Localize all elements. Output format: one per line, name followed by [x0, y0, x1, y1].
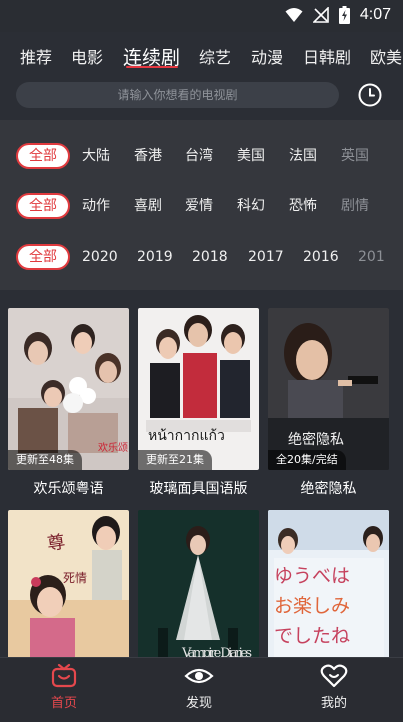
history-clock-icon[interactable] — [357, 82, 383, 108]
status-bar: 4:07 — [0, 0, 403, 32]
poster-image[interactable]: 欢乐颂 更新至48集 — [8, 308, 129, 470]
tab-recommend[interactable]: 推荐 — [20, 40, 52, 76]
genre-all-chip[interactable]: 全部 — [16, 193, 70, 219]
wifi-icon — [285, 8, 303, 22]
filter-year-item[interactable]: 2020 — [82, 242, 118, 272]
poster-title-text: 绝密隐私 — [288, 431, 344, 448]
poster-title-text: หน้ากากแก้ว — [148, 428, 225, 444]
heart-face-icon — [320, 664, 348, 688]
eye-icon — [184, 668, 214, 684]
tab-variety[interactable]: 综艺 — [199, 40, 231, 76]
status-icons: 4:07 — [285, 6, 391, 24]
tab-jp-kr-drama[interactable]: 日韩剧 — [303, 40, 351, 76]
filter-region-item[interactable]: 香港 — [134, 141, 162, 171]
filter-genre-item[interactable]: 科幻 — [237, 191, 265, 221]
filter-year-item[interactable]: 2019 — [137, 242, 173, 272]
no-signal-icon — [312, 7, 329, 23]
video-card[interactable]: 尊 死情 — [8, 510, 129, 672]
bottom-nav: 首页 发现 我的 — [0, 657, 403, 722]
filter-genre-item[interactable]: 动作 — [82, 191, 110, 221]
filter-panel: 全部 大陆 香港 台湾 美国 法国 英国 全部 动作 喜剧 爱情 科幻 恐怖 剧… — [0, 120, 403, 290]
video-card[interactable]: ゆうべは お楽しみ でしたね — [268, 510, 389, 672]
battery-charging-icon — [338, 6, 350, 24]
filter-genre-item[interactable]: 剧情 — [341, 191, 369, 221]
filter-region-item[interactable]: 英国 — [341, 141, 369, 171]
video-card[interactable]: หน้ากากแก้ว 更新至21集 玻璃面具国语版 — [138, 308, 259, 498]
filter-year-item[interactable]: 2017 — [248, 242, 284, 272]
active-tab-indicator — [126, 66, 178, 68]
filter-genre-item[interactable]: 恐怖 — [289, 191, 317, 221]
episode-badge: 全20集/完结 — [268, 450, 346, 470]
filter-year-item[interactable]: 2018 — [192, 242, 228, 272]
svg-text:尊: 尊 — [46, 532, 67, 555]
video-card[interactable]: 欢乐颂 更新至48集 欢乐颂粤语 — [8, 308, 129, 498]
status-time: 4:07 — [359, 6, 391, 23]
filter-region-item[interactable]: 大陆 — [82, 141, 110, 171]
nav-home[interactable]: 首页 — [24, 664, 104, 711]
filter-row-year: 全部 2020 2019 2018 2017 2016 201 — [0, 242, 403, 272]
card-title[interactable]: 玻璃面具国语版 — [138, 478, 259, 498]
filter-year-item[interactable]: 2016 — [303, 242, 339, 272]
nav-label: 我的 — [320, 696, 347, 711]
svg-text:ゆうべは: ゆうべは — [274, 565, 350, 587]
filter-year-item[interactable]: 201 — [358, 242, 385, 272]
filter-region-item[interactable]: 台湾 — [185, 141, 213, 171]
svg-text:お楽しみ: お楽しみ — [274, 595, 350, 617]
episode-badge: 更新至21集 — [138, 450, 212, 470]
episode-badge: 更新至48集 — [8, 450, 82, 470]
tv-icon — [51, 664, 77, 688]
poster-image[interactable]: Vampire Diaries — [138, 510, 259, 672]
search-input[interactable] — [16, 82, 339, 108]
tab-tv-series[interactable]: 连续剧 — [123, 40, 180, 76]
svg-text:でしたね: でしたね — [274, 625, 350, 647]
video-card[interactable]: Vampire Diaries — [138, 510, 259, 672]
year-all-chip[interactable]: 全部 — [16, 244, 70, 270]
nav-discover[interactable]: 发现 — [159, 664, 239, 711]
tab-western[interactable]: 欧美 — [370, 40, 402, 76]
tab-movie[interactable]: 电影 — [71, 40, 103, 76]
poster-image[interactable]: 尊 死情 — [8, 510, 129, 672]
svg-text:欢乐颂: 欢乐颂 — [98, 441, 128, 454]
poster-image[interactable]: ゆうべは お楽しみ でしたね — [268, 510, 389, 672]
filter-row-region: 全部 大陆 香港 台湾 美国 法国 英国 — [0, 141, 403, 171]
nav-mine[interactable]: 我的 — [294, 664, 374, 711]
filter-genre-item[interactable]: 喜剧 — [134, 191, 162, 221]
filter-row-genre: 全部 动作 喜剧 爱情 科幻 恐怖 剧情 — [0, 191, 403, 221]
filter-genre-item[interactable]: 爱情 — [185, 191, 213, 221]
card-title[interactable]: 欢乐颂粤语 — [8, 478, 129, 498]
poster-image[interactable]: หน้ากากแก้ว 更新至21集 — [138, 308, 259, 470]
nav-label: 首页 — [50, 696, 77, 711]
search-bar — [16, 82, 339, 108]
filter-region-item[interactable]: 美国 — [237, 141, 265, 171]
card-title[interactable]: 绝密隐私 — [268, 478, 389, 498]
video-card[interactable]: 绝密隐私 全20集/完结 绝密隐私 — [268, 308, 389, 498]
filter-region-item[interactable]: 法国 — [289, 141, 317, 171]
region-all-chip[interactable]: 全部 — [16, 143, 70, 169]
poster-image[interactable]: 绝密隐私 全20集/完结 — [268, 308, 389, 470]
nav-label: 发现 — [185, 696, 212, 711]
category-tabs: 推荐 电影 连续剧 综艺 动漫 日韩剧 欧美 — [0, 40, 403, 76]
tab-anime[interactable]: 动漫 — [251, 40, 283, 76]
svg-text:死情: 死情 — [63, 571, 87, 585]
